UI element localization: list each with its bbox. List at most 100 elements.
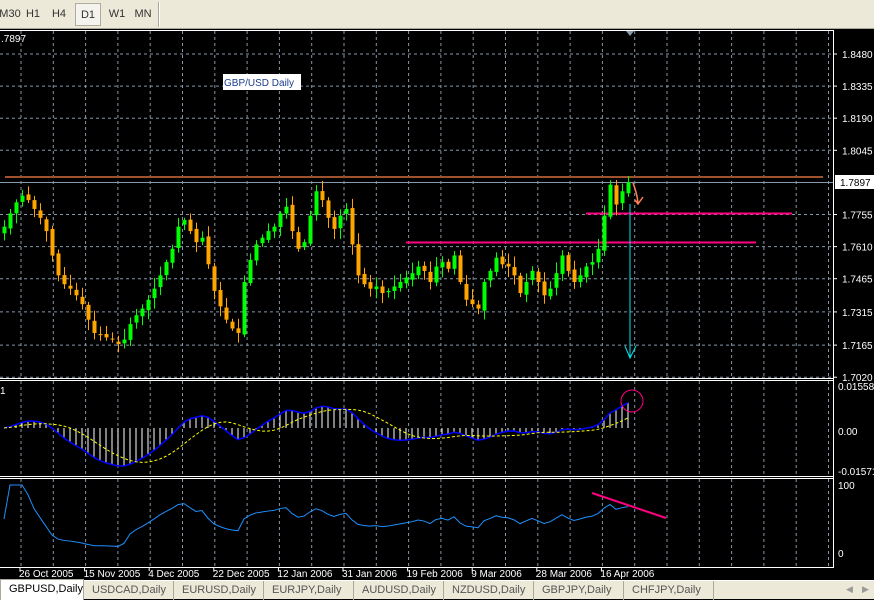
price-axis-label: 1.7610	[842, 243, 873, 254]
candle-body	[524, 282, 529, 295]
price-axis-label: 1.7315	[842, 308, 873, 319]
candle-body	[44, 219, 49, 232]
timeframe-d1[interactable]: D1	[75, 3, 101, 26]
candle-body	[506, 263, 511, 267]
candle-body	[626, 182, 631, 194]
rsi-line	[3, 484, 629, 547]
tab-eurjpy[interactable]: EURJPY,Daily	[264, 581, 354, 600]
timeframe-h1[interactable]: H1	[20, 3, 46, 26]
candle-body	[164, 262, 169, 276]
candle-body	[122, 339, 127, 344]
rsi-axis-label: 100	[838, 481, 855, 492]
candle-body	[614, 185, 619, 205]
candle-body	[92, 320, 97, 333]
candle-body	[182, 220, 187, 225]
tab-nzdusd[interactable]: NZDUSD,Daily	[444, 581, 534, 600]
candle-body	[404, 277, 409, 284]
candle-body	[302, 242, 307, 248]
candle-body	[260, 237, 265, 244]
current-price-label: 1.7897	[840, 178, 871, 189]
candle-body	[206, 236, 211, 265]
scroll-right-icon[interactable]: ▶	[862, 584, 869, 595]
candle-body	[8, 213, 13, 229]
candle-body	[596, 248, 601, 263]
candle-body	[152, 288, 157, 299]
rsi-axis-label: 0	[838, 549, 844, 560]
candle-body	[512, 267, 517, 276]
candle-body	[470, 299, 475, 305]
candle-body	[326, 200, 331, 218]
candle-body	[482, 282, 487, 311]
candle-body	[320, 191, 325, 201]
candle-body	[410, 273, 415, 280]
candle-body	[344, 208, 349, 214]
macd-axis-label: 0.00	[838, 427, 858, 438]
timeframe-m30[interactable]: M30	[0, 3, 22, 26]
candle-body	[278, 213, 283, 228]
candle-body	[572, 269, 577, 283]
candle-body	[272, 226, 277, 232]
tab-eurusd[interactable]: EURUSD,Daily	[174, 581, 264, 600]
candle-body	[140, 308, 145, 317]
rsi-divergence-line	[591, 492, 667, 519]
candle-body	[554, 273, 559, 288]
candle-body	[146, 299, 151, 311]
tab-audusd[interactable]: AUDUSD,Daily	[354, 581, 444, 600]
candle-body	[452, 255, 457, 269]
candle-body	[518, 275, 523, 294]
toolbar-separator	[158, 2, 160, 27]
candle-body	[254, 244, 259, 261]
candle-body	[110, 338, 115, 340]
candle-body	[374, 286, 379, 290]
candle-body	[422, 265, 427, 271]
price-axis-label: 1.8045	[842, 146, 873, 157]
candle-body	[230, 321, 235, 329]
candle-body	[368, 282, 373, 289]
candle-body	[308, 215, 313, 244]
timeframe-w1[interactable]: W1	[104, 3, 130, 26]
candle-body	[386, 290, 391, 293]
candle-body	[20, 195, 25, 202]
tab-chfjpy[interactable]: CHFJPY,Daily	[624, 581, 714, 600]
candle-body	[176, 226, 181, 248]
date-axis-label: 22 Dec 2005	[213, 569, 270, 580]
timeframe-toolbar: M30 H1 H4 D1 W1 MN	[0, 0, 874, 29]
candle-body	[62, 275, 67, 285]
candle-body	[428, 271, 433, 283]
candle-body	[488, 270, 493, 281]
candle-body	[284, 206, 289, 214]
candle-body	[476, 304, 481, 309]
candle-body	[134, 315, 139, 323]
price-axis-label: 1.7165	[842, 341, 873, 352]
candle-body	[236, 328, 241, 333]
candle-body	[416, 266, 421, 276]
date-axis-label: 9 Mar 2006	[471, 569, 522, 580]
price-chart[interactable]: 1.8480 1.8335 1.8190 1.8045 1.7755 1.7610 1.74…	[0, 29, 874, 580]
candle-body	[392, 286, 397, 292]
timeframe-h4[interactable]: H4	[46, 3, 72, 26]
price-axis-label: 1.8480	[842, 50, 873, 61]
date-axis-label: 4 Dec 2005	[148, 569, 200, 580]
candle-body	[362, 273, 367, 285]
candle-body	[338, 215, 343, 229]
candle-body	[464, 283, 469, 300]
macd-axis-label: 0.01558	[838, 382, 874, 393]
date-axis-label: 15 Nov 2005	[84, 569, 141, 580]
candle-body	[548, 288, 553, 297]
tab-gbpjpy[interactable]: GBPJPY,Daily	[534, 581, 624, 600]
scroll-left-icon[interactable]: ◀	[846, 584, 853, 595]
candle-body	[380, 286, 385, 294]
tab-gbpusd[interactable]: GBPUSD,Daily	[0, 579, 84, 600]
price-axis-label: 1.7465	[842, 275, 873, 286]
candle-body	[116, 341, 121, 345]
candle-body	[74, 289, 79, 296]
candle-body	[290, 204, 295, 232]
candle-body	[332, 217, 337, 229]
tab-usdcad[interactable]: USDCAD,Daily	[84, 581, 174, 600]
candle-body	[584, 266, 589, 278]
candle-body	[536, 271, 541, 283]
candle-body	[98, 334, 103, 336]
timeframe-mn[interactable]: MN	[130, 3, 156, 26]
candle-body	[218, 290, 223, 307]
candle-body	[350, 208, 355, 245]
